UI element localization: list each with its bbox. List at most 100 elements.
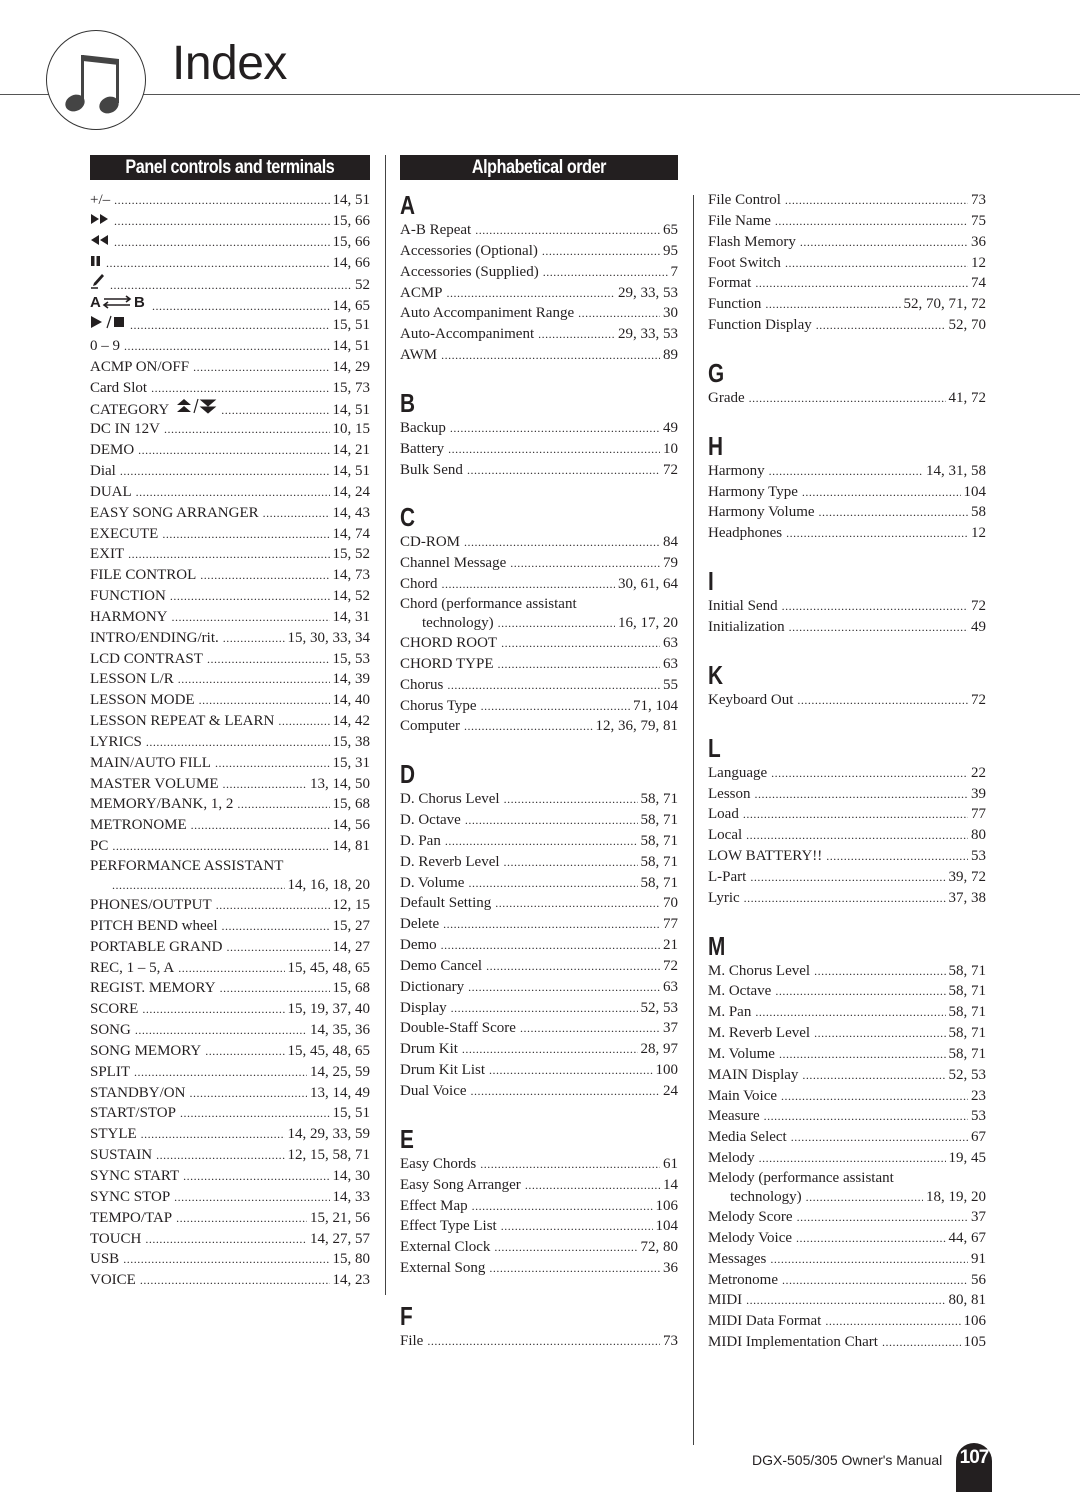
index-entry: Function 52, 70, 71, 72 <box>708 294 986 315</box>
entry-pages: 12, 15 <box>332 897 371 913</box>
dot-leader <box>826 846 968 867</box>
entry-pages: 79 <box>663 555 678 572</box>
entry-name: M. Pan <box>708 1004 752 1021</box>
index-entry: Initialization 49 <box>708 617 986 638</box>
entry-name: Computer <box>400 718 460 735</box>
entry-pages: 14, 42 <box>332 713 371 730</box>
entry-name: External Clock <box>400 1239 491 1256</box>
dot-leader <box>124 336 330 357</box>
index-entry: External Clock 72, 80 <box>400 1237 678 1258</box>
entry-name: PERFORMANCE ASSISTANT <box>90 858 284 874</box>
entry-pages: 58 <box>971 504 986 521</box>
dot-leader <box>750 867 945 888</box>
entry-name: CATEGORY <box>90 398 221 421</box>
entry-name: MAIN/AUTO FILL <box>90 754 211 771</box>
index-entry: LESSON MODE 14, 40 <box>90 690 370 711</box>
dot-leader <box>525 1175 660 1196</box>
dot-leader <box>796 1228 945 1249</box>
index-entry: SCORE 15, 19, 37, 40 <box>90 999 370 1020</box>
index-entry: SONG 14, 35, 36 <box>90 1020 370 1041</box>
entry-pages: 58, 71 <box>640 832 679 849</box>
index-entry: Language 22 <box>708 763 986 784</box>
dot-leader <box>146 732 330 753</box>
entry-pages: 15, 51 <box>332 317 371 334</box>
entry-name: START/STOP <box>90 1105 176 1122</box>
index-entry: DUAL 14, 24 <box>90 482 370 503</box>
entry-pages: 37, 38 <box>948 889 987 906</box>
entry-name: External Song <box>400 1260 486 1277</box>
entry-name: SYNC START <box>90 1167 180 1184</box>
index-entry: DC IN 12V 10, 15 <box>90 419 370 440</box>
letter-group-b: BBackup 49 Battery 10 Bulk Send 72 <box>400 388 678 481</box>
index-entry: 15, 66 <box>90 232 370 253</box>
entry-pages: 14, 25, 59 <box>310 1063 370 1080</box>
entry-name: USB <box>90 1251 120 1268</box>
entry-name: M. Octave <box>708 983 772 1000</box>
entry-pages: 10, 15 <box>332 421 371 438</box>
dot-leader <box>112 875 285 895</box>
index-entry: D. Octave 58, 71 <box>400 810 678 831</box>
entry-name: LYRICS <box>90 733 142 750</box>
entry-name: Auto-Accompaniment <box>400 326 535 343</box>
entry-name: PHONES/OUTPUT <box>90 897 212 913</box>
dot-leader <box>152 296 330 317</box>
entry-name: METRONOME <box>90 817 187 834</box>
index-entry: Accessories (Supplied) 7 <box>400 262 678 283</box>
dot-leader <box>542 241 660 262</box>
entry-pages: 24 <box>663 1083 678 1099</box>
letter-group-a: AA-B Repeat65Accessories (Optional)95Acc… <box>400 190 678 366</box>
entry-name: EASY SONG ARRANGER <box>90 504 259 521</box>
entry-pages: 75 <box>971 212 986 229</box>
dot-leader <box>467 460 660 481</box>
dot-leader <box>221 400 329 421</box>
letter-group-i: IInitial Send 72 Initialization 49 <box>708 566 986 638</box>
entry-pages: 15, 27 <box>332 917 371 934</box>
entry-pages: 14, 24 <box>332 483 371 500</box>
entry-name: SONG MEMORY <box>90 1042 202 1059</box>
letter-heading-d: D <box>400 759 416 790</box>
dot-leader <box>814 961 945 982</box>
entry-name: Display <box>400 999 447 1016</box>
entry-pages: 49 <box>971 618 986 635</box>
entry-pages: 15, 68 <box>332 796 371 813</box>
index-entry: Melody Voice 44, 67 <box>708 1228 986 1249</box>
entry-name: Dial <box>90 462 116 479</box>
entry-pages: 106 <box>655 1197 679 1214</box>
letter-heading-f: F <box>400 1300 413 1331</box>
entry-name: Melody Score <box>708 1209 793 1225</box>
entry-pages: 22 <box>971 764 986 781</box>
dot-leader <box>114 211 330 232</box>
index-entry: D. Reverb Level 58, 71 <box>400 852 678 873</box>
dot-leader <box>785 190 968 211</box>
entry-name: EXIT <box>90 546 125 563</box>
entry-name <box>90 232 114 253</box>
entry-name: CD-ROM <box>400 534 461 551</box>
index-entry: Chord 30, 61, 64 <box>400 574 678 595</box>
entry-pages: 58, 71 <box>948 1025 987 1042</box>
entry-name <box>90 273 110 296</box>
entry-pages: 12, 15, 58, 71 <box>287 1147 371 1164</box>
index-entry: A-B Repeat 65 <box>400 220 678 241</box>
dot-leader <box>504 852 638 873</box>
dot-leader <box>819 502 968 523</box>
index-entry: 0 – 9 14, 51 <box>90 336 370 357</box>
entry-pages: 72, 80 <box>640 1239 679 1256</box>
entry-pages: 12 <box>971 525 986 542</box>
entry-pages: 12 <box>971 254 986 271</box>
entry-pages: 14, 23 <box>332 1272 371 1289</box>
entry-pages: 14, 74 <box>332 525 371 542</box>
entry-pages: 14, 31, 58 <box>926 462 986 479</box>
entry-pages: 15, 66 <box>332 212 371 229</box>
dot-leader <box>140 1270 330 1291</box>
dot-leader <box>465 810 638 831</box>
entry-name: Initialization <box>708 618 785 635</box>
entry-pages: 80, 81 <box>948 1292 987 1309</box>
index-entry: SUSTAIN 12, 15, 58, 71 <box>90 1145 370 1166</box>
index-entry: 52 <box>90 273 370 294</box>
entry-name: MIDI Data Format <box>708 1313 822 1330</box>
dot-leader <box>468 873 637 894</box>
entry-name: Foot Switch <box>708 254 781 271</box>
index-entry: Effect Map 106 <box>400 1196 678 1217</box>
index-entry: Chorus 55 <box>400 675 678 696</box>
dot-leader <box>191 815 330 836</box>
